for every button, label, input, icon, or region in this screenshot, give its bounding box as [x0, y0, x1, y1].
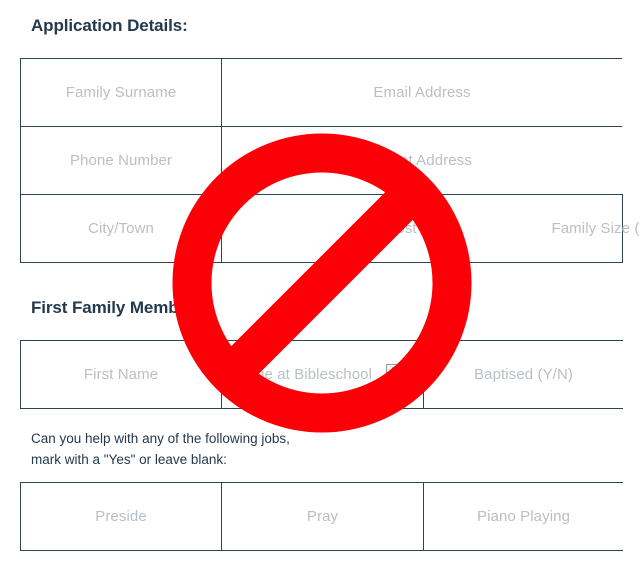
- age-at-bibleschool-number-stepper[interactable]: [386, 363, 400, 386]
- jobs-instruction-text: Can you help with any of the following j…: [31, 428, 290, 470]
- table-row: Family Surname Email Address: [20, 58, 622, 127]
- jobs-table: Preside Pray Piano Playing: [20, 482, 623, 551]
- form-page: Application Details: Family Surname Emai…: [0, 0, 640, 570]
- table-row: First Name Age at Bibleschool Baptised (: [20, 340, 623, 409]
- table-row: City/Town Post Code Family Size (1-8): [20, 194, 640, 263]
- cell-baptised[interactable]: Baptised (Y/N): [423, 340, 623, 409]
- first-name-input-placeholder: First Name: [83, 366, 159, 383]
- piano-playing-input-placeholder: Piano Playing: [476, 508, 571, 525]
- family-surname-input-placeholder: Family Surname: [65, 84, 177, 101]
- stepper-up-icon[interactable]: [387, 365, 399, 375]
- baptised-input-placeholder: Baptised (Y/N): [474, 366, 573, 383]
- cell-street-address[interactable]: Street Address: [221, 126, 622, 195]
- cell-first-name[interactable]: First Name: [20, 340, 222, 409]
- cell-piano-playing[interactable]: Piano Playing: [423, 482, 623, 551]
- cell-preside[interactable]: Preside: [20, 482, 222, 551]
- street-address-input-placeholder: Street Address: [372, 152, 472, 169]
- table-row: Phone Number Street Address: [20, 126, 622, 195]
- cell-phone-number[interactable]: Phone Number: [20, 126, 222, 195]
- cell-email-address[interactable]: Email Address: [221, 58, 622, 127]
- pray-input-placeholder: Pray: [306, 508, 339, 525]
- application-details-table: Family Surname Email Address Phone Numbe…: [20, 58, 640, 263]
- jobs-instruction-line-2: mark with a "Yes" or leave blank:: [31, 452, 227, 467]
- family-size-input-placeholder: Family Size (1-8): [551, 219, 640, 237]
- cell-family-surname[interactable]: Family Surname: [20, 58, 222, 127]
- cell-pray[interactable]: Pray: [221, 482, 424, 551]
- cell-age-at-bibleschool[interactable]: Age at Bibleschool: [221, 340, 424, 409]
- first-family-member-table: First Name Age at Bibleschool Baptised (: [20, 340, 623, 409]
- age-at-bibleschool-input-placeholder: Age at Bibleschool: [245, 366, 373, 383]
- post-code-input-placeholder: Post Code: [386, 220, 458, 237]
- email-address-input-placeholder: Email Address: [373, 84, 471, 101]
- page-title-application-details: Application Details:: [31, 16, 188, 35]
- page-title-first-family-member: First Family Member:: [31, 298, 200, 317]
- cell-city-town[interactable]: City/Town: [20, 194, 222, 263]
- preside-input-placeholder: Preside: [95, 508, 147, 525]
- table-row: Preside Pray Piano Playing: [20, 482, 623, 551]
- phone-number-input-placeholder: Phone Number: [69, 152, 173, 169]
- city-town-input-placeholder: City/Town: [88, 220, 154, 237]
- jobs-instruction-line-1: Can you help with any of the following j…: [31, 431, 290, 446]
- stepper-down-icon[interactable]: [387, 375, 398, 385]
